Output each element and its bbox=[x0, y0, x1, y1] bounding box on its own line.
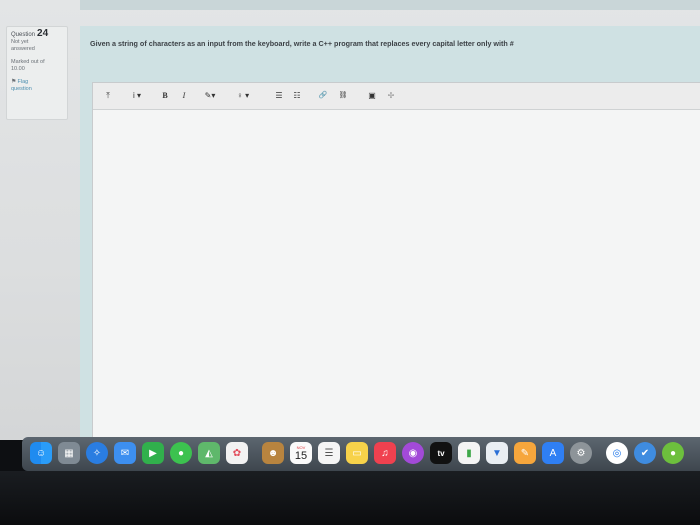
unordered-list-button[interactable]: ☰ bbox=[273, 90, 285, 102]
app-icon-2[interactable]: ● bbox=[662, 442, 684, 464]
answer-text-area[interactable] bbox=[93, 110, 700, 440]
dock: ☺ ▦ ✧ ✉ ▶ ● ◭ ✿ ☻ NOV 15 ☰ ▭ ♫ ◉ tv ▮ ▼ … bbox=[22, 437, 700, 471]
screen: Question 24 Not yet answered Marked out o… bbox=[0, 0, 700, 440]
question-text: Given a string of characters as an input… bbox=[90, 39, 514, 48]
contacts-icon[interactable]: ☻ bbox=[262, 442, 284, 464]
mail-icon[interactable]: ✉ bbox=[114, 442, 136, 464]
italic-button[interactable]: I bbox=[179, 90, 189, 102]
app-store-icon[interactable]: A bbox=[542, 442, 564, 464]
status-line2: answered bbox=[11, 46, 35, 52]
status-line1: Not yet bbox=[11, 39, 29, 45]
app-icon[interactable]: ✔ bbox=[634, 442, 656, 464]
chrome-icon[interactable]: ◎ bbox=[606, 442, 628, 464]
link-button[interactable]: 🔗 bbox=[317, 90, 329, 102]
pages-icon[interactable]: ✎ bbox=[514, 442, 536, 464]
marked-line2: 10.00 bbox=[11, 66, 25, 72]
top-bar bbox=[80, 0, 700, 10]
answer-editor: ⤒ i ▾ B I ✎▾ ♀ ▾ ☰ ☷ 🔗 ⛓ ▣ ✢ bbox=[92, 82, 700, 440]
flag-line2[interactable]: question bbox=[11, 86, 63, 93]
question-number-line: Question 24 bbox=[11, 28, 63, 39]
flag-line1: Flag bbox=[17, 79, 29, 85]
insert-image-button[interactable]: ▣ bbox=[366, 90, 378, 102]
question-number: 24 bbox=[37, 28, 49, 39]
photos-icon[interactable]: ✿ bbox=[226, 442, 248, 464]
calendar-icon[interactable]: NOV 15 bbox=[290, 442, 312, 464]
editor-toolbar: ⤒ i ▾ B I ✎▾ ♀ ▾ ☰ ☷ 🔗 ⛓ ▣ ✢ bbox=[93, 83, 700, 110]
question-info-panel: Question 24 Not yet answered Marked out o… bbox=[6, 26, 68, 120]
system-preferences-icon[interactable]: ⚙ bbox=[570, 442, 592, 464]
keynote-icon[interactable]: ▼ bbox=[486, 442, 508, 464]
reminders-icon[interactable]: ☰ bbox=[318, 442, 340, 464]
unlink-button[interactable]: ⛓ bbox=[337, 90, 349, 102]
collapse-toolbar-button[interactable]: ⤒ bbox=[103, 90, 113, 102]
laptop-bezel bbox=[0, 471, 700, 525]
question-content: Given a string of characters as an input… bbox=[80, 26, 700, 440]
paragraph-style-button[interactable]: i ▾ bbox=[129, 90, 145, 102]
flag-question-link[interactable]: ⚑ Flag bbox=[11, 79, 63, 86]
ordered-list-button[interactable]: ☷ bbox=[291, 90, 303, 102]
facetime-icon[interactable]: ▶ bbox=[142, 442, 164, 464]
finder-icon[interactable]: ☺ bbox=[30, 442, 52, 464]
tv-label: tv bbox=[437, 448, 445, 458]
text-color-button[interactable]: ✎▾ bbox=[201, 90, 219, 102]
insert-media-button[interactable]: ✢ bbox=[385, 90, 397, 102]
music-icon[interactable]: ♫ bbox=[374, 442, 396, 464]
safari-icon[interactable]: ✧ bbox=[86, 442, 108, 464]
flag-icon: ⚑ bbox=[11, 79, 17, 85]
tv-icon[interactable]: tv bbox=[430, 442, 452, 464]
notes-icon[interactable]: ▭ bbox=[346, 442, 368, 464]
launchpad-icon[interactable]: ▦ bbox=[58, 442, 80, 464]
question-label: Question bbox=[11, 32, 36, 38]
numbers-icon[interactable]: ▮ bbox=[458, 442, 480, 464]
messages-icon[interactable]: ● bbox=[170, 442, 192, 464]
calendar-day: 15 bbox=[294, 449, 308, 462]
podcasts-icon[interactable]: ◉ bbox=[402, 442, 424, 464]
background-color-button[interactable]: ♀ ▾ bbox=[233, 90, 253, 102]
maps-icon[interactable]: ◭ bbox=[198, 442, 220, 464]
marked-line1: Marked out of bbox=[11, 59, 45, 65]
bold-button[interactable]: B bbox=[160, 90, 170, 102]
